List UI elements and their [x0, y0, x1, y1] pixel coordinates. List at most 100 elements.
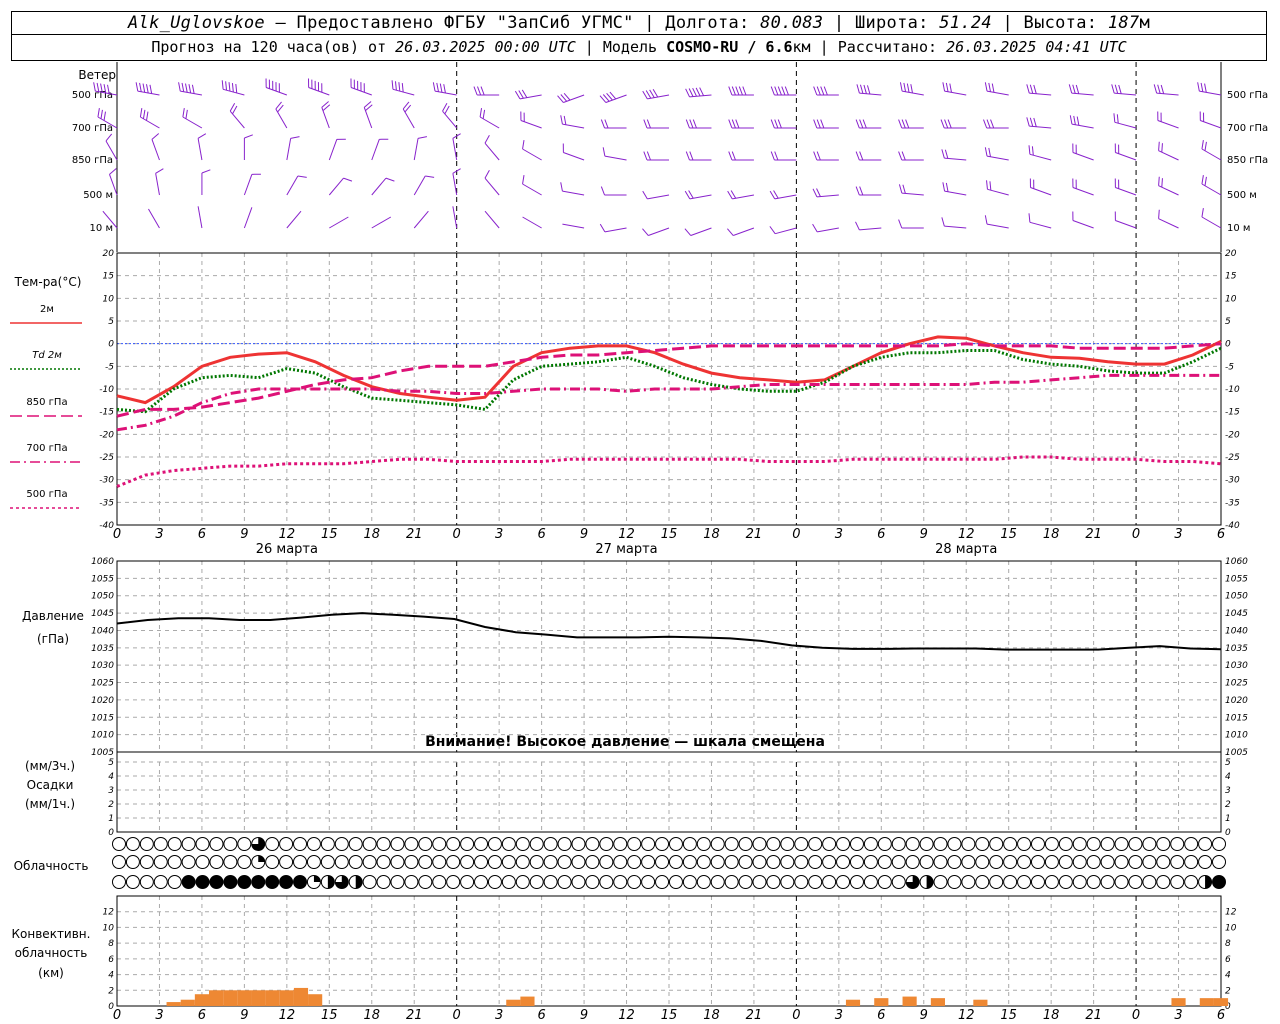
wind-barb-flag: [910, 84, 913, 94]
wind-barb-flag: [142, 109, 146, 119]
wind-barb-flag: [649, 89, 655, 98]
conv-xtick: 15: [321, 1008, 338, 1023]
pressure-tick-left: 1010: [91, 731, 114, 741]
conv-bar: [1199, 998, 1214, 1006]
wind-barb-staff: [562, 190, 585, 196]
wind-barb-flag: [225, 81, 228, 91]
wind-barb-flag: [692, 87, 698, 97]
cloud-icon: [849, 855, 864, 869]
temp-tick-right: 15: [1225, 272, 1237, 282]
cloud-icon: [585, 837, 600, 851]
wind-barb-flag: [813, 151, 818, 161]
wind-barb-flag: [642, 90, 648, 100]
wind-barb-staff: [286, 210, 302, 229]
cloud-icon: [1156, 875, 1171, 889]
wind-barb-flag: [728, 151, 733, 161]
wind-barb-flag: [444, 105, 450, 115]
temp-xtick: 0: [113, 527, 121, 542]
conv-bar: [223, 990, 238, 1006]
temp-tick-left: 5: [108, 317, 114, 327]
conv-xtick: 21: [1085, 1008, 1102, 1023]
cloud-icon-fill: [237, 875, 251, 889]
conv-xtick: 3: [155, 1008, 163, 1023]
wind-barb-staff: [648, 227, 670, 236]
cloud-icon: [1184, 837, 1199, 851]
wind-barb-flag: [862, 119, 867, 129]
wind-barb-flag: [477, 86, 482, 96]
wind-barb-flag: [442, 103, 448, 112]
cloud-icon: [1114, 855, 1129, 869]
cloud-icon: [348, 855, 363, 869]
wind-barb-staff: [243, 174, 253, 196]
day-label: 26 марта: [256, 542, 318, 557]
cloud-icon: [668, 875, 683, 889]
cloud-icon: [668, 855, 683, 869]
wind-barb-staff: [371, 216, 392, 229]
cloud-icon: [1184, 855, 1199, 869]
wind-level-label-right: 500 м: [1227, 190, 1257, 201]
wind-barb-staff: [690, 227, 712, 236]
wind-barb-staff: [522, 183, 542, 196]
wind-barb-flag: [905, 119, 910, 129]
wind-barb-flag: [646, 119, 651, 129]
cloud-icon: [710, 875, 725, 889]
day-label: 28 марта: [935, 542, 997, 557]
wind-barb-staff: [148, 208, 160, 229]
wind-barb-flag: [563, 115, 567, 125]
wind-barb-flag: [401, 83, 404, 93]
wind-barb-flag: [1116, 114, 1119, 124]
cloud-icon: [780, 875, 795, 889]
wind-barb-flag: [1118, 84, 1122, 94]
wind-barb-flag: [1201, 175, 1204, 185]
wind-barb-flag: [1073, 115, 1076, 125]
cloud-icon: [599, 875, 614, 889]
pressure-warning: Внимание! Высокое давление — шкала смеще…: [425, 734, 825, 750]
temp-xtick: 12: [279, 527, 296, 542]
wind-barb-flag: [1069, 115, 1073, 125]
conv-bar: [265, 990, 280, 1006]
cloud-icon: [195, 855, 210, 869]
temp-xtick: 6: [877, 527, 885, 542]
conv-xtick: 0: [792, 1008, 800, 1023]
wind-barb-flag: [1028, 145, 1031, 155]
wind-level-label-left: 10 м: [90, 223, 113, 234]
conv-bar: [520, 996, 535, 1006]
wind-barb-flag: [898, 119, 903, 129]
pressure-tick-left: 1060: [91, 557, 114, 567]
cloud-icon: [112, 855, 126, 869]
wind-barb-flag: [816, 86, 821, 96]
cloud-icon-fill: [196, 875, 210, 889]
wind-barb-flag: [139, 82, 142, 92]
cloud-icon: [432, 875, 447, 889]
precip-unit-3h: (мм/3ч.): [24, 759, 76, 773]
temp-tick-right: -30: [1225, 476, 1240, 486]
cloud-icon: [139, 875, 154, 889]
cloud-icon: [293, 855, 308, 869]
wind-barb-flag: [859, 84, 864, 94]
temp-xtick: 12: [958, 527, 975, 542]
conv-xtick: 3: [1174, 1008, 1182, 1023]
cloud-icon: [237, 837, 252, 851]
temp-xtick: 0: [1132, 527, 1140, 542]
cloud-icon: [1086, 855, 1101, 869]
wind-barb-flag: [185, 109, 188, 119]
wind-barb-flag: [343, 177, 353, 182]
wind-barb-flag: [688, 190, 694, 199]
temp-tick-right: 20: [1225, 249, 1237, 259]
pressure-tick-left: 1030: [91, 661, 114, 671]
wind-level-label-left: 500 м: [83, 190, 113, 201]
cloud-icon: [1198, 837, 1213, 851]
wind-barb-staff: [604, 227, 627, 233]
cloud-icon: [112, 837, 126, 851]
wind-barb-staff: [413, 210, 429, 229]
temp-tick-right: -35: [1225, 498, 1240, 508]
temp-tick-left: -35: [99, 498, 114, 508]
cloud-icon: [1100, 837, 1115, 851]
temp-xtick: 0: [792, 527, 800, 542]
wind-barb-flag: [949, 83, 952, 93]
wind-barb-staff: [484, 142, 500, 161]
conv-xtick: 21: [746, 1008, 763, 1023]
cloud-icon: [975, 837, 990, 851]
wind-barb-flag: [1204, 141, 1207, 151]
conv-bar: [279, 990, 294, 1006]
